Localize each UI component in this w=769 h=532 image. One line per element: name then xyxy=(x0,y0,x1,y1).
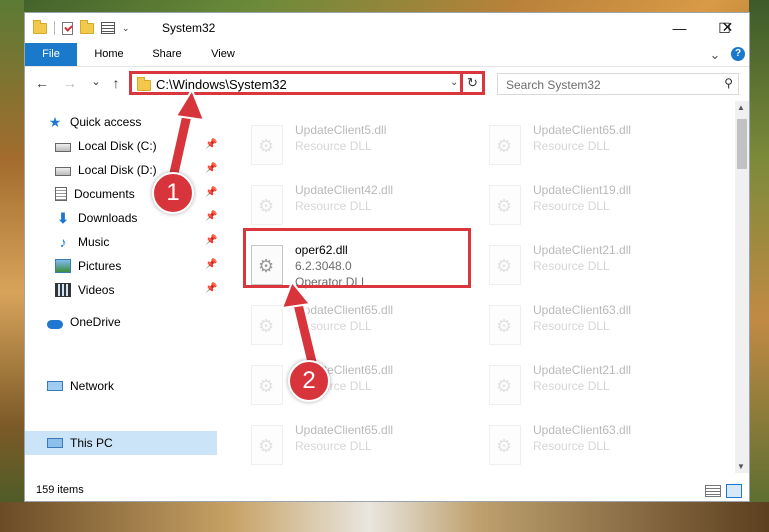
annotation-arrows xyxy=(165,87,319,369)
callout-1: 1 xyxy=(152,172,194,214)
arrow-2-head xyxy=(280,280,312,310)
callout-2: 2 xyxy=(288,360,330,402)
arrow-1-head xyxy=(174,87,206,122)
